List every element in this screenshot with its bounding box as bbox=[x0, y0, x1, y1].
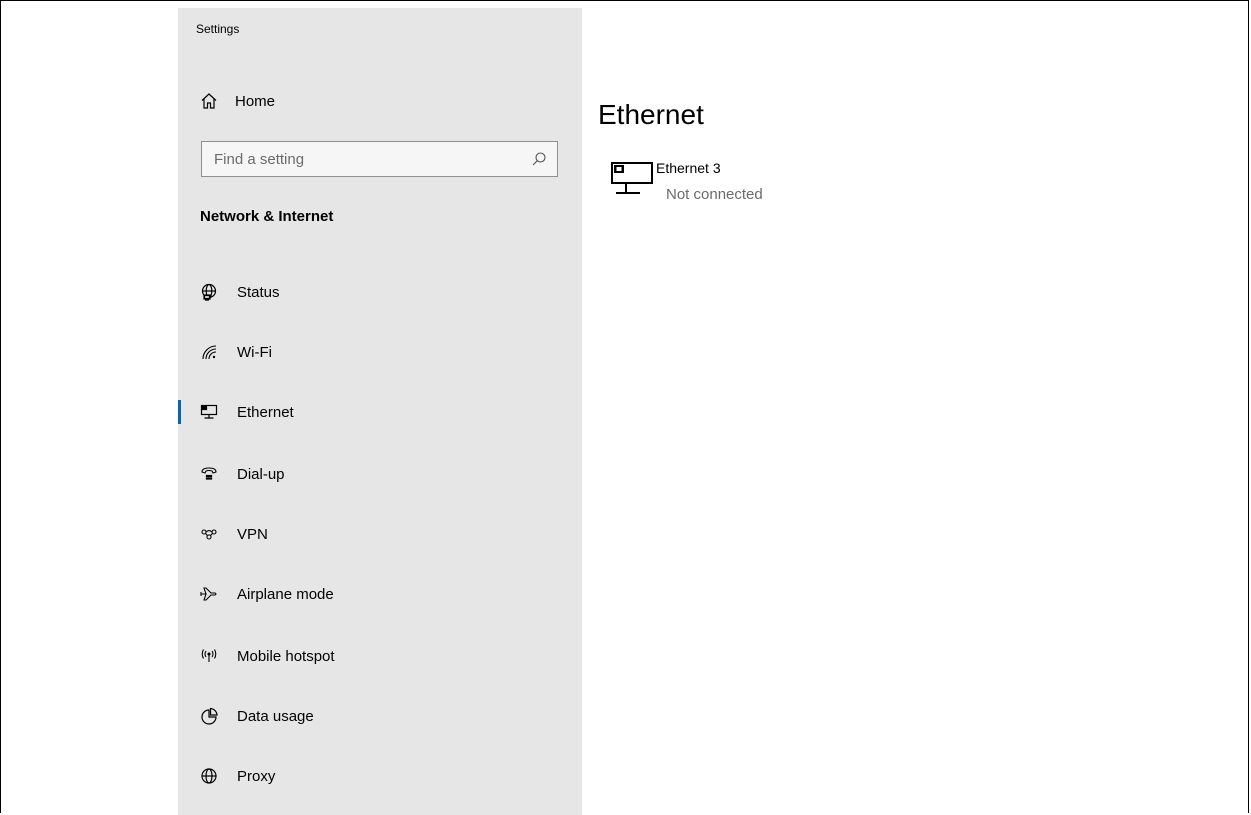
status-icon bbox=[198, 281, 220, 303]
selection-indicator bbox=[178, 400, 181, 424]
sidebar-item-data-usage[interactable]: Data usage bbox=[178, 696, 582, 736]
proxy-icon bbox=[198, 765, 220, 787]
sidebar-item-airplane-mode[interactable]: Airplane mode bbox=[178, 574, 582, 614]
ethernet-icon bbox=[198, 401, 220, 423]
adapter-status: Not connected bbox=[666, 186, 763, 203]
page-title: Ethernet bbox=[598, 98, 704, 130]
hotspot-icon bbox=[198, 645, 220, 667]
airplane-icon bbox=[198, 583, 220, 605]
ethernet-adapter-item[interactable]: Ethernet 3 Not connected bbox=[610, 158, 910, 204]
sidebar-item-status[interactable]: Status bbox=[178, 272, 582, 312]
data-usage-icon bbox=[198, 705, 220, 727]
sidebar: Settings Home Find a setting Network & I… bbox=[178, 8, 582, 815]
home-label: Home bbox=[235, 92, 276, 110]
sidebar-item-ethernet[interactable]: Ethernet bbox=[178, 392, 582, 432]
dialup-icon bbox=[198, 463, 220, 485]
search-placeholder: Find a setting bbox=[214, 151, 305, 168]
sidebar-item-label: Status bbox=[237, 283, 280, 301]
sidebar-item-label: Proxy bbox=[237, 767, 276, 785]
app-title: Settings bbox=[196, 22, 240, 36]
sidebar-item-proxy[interactable]: Proxy bbox=[178, 756, 582, 796]
sidebar-item-label: Airplane mode bbox=[237, 585, 334, 603]
sidebar-item-vpn[interactable]: VPN bbox=[178, 514, 582, 554]
sidebar-item-mobile-hotspot[interactable]: Mobile hotspot bbox=[178, 636, 582, 676]
search-icon[interactable] bbox=[531, 151, 547, 167]
sidebar-item-label: Ethernet bbox=[237, 403, 294, 421]
wifi-icon bbox=[198, 341, 220, 363]
adapter-name: Ethernet 3 bbox=[656, 160, 721, 176]
home-link[interactable]: Home bbox=[200, 90, 275, 112]
sidebar-item-label: Mobile hotspot bbox=[237, 647, 335, 665]
sidebar-item-label: Dial-up bbox=[237, 465, 285, 483]
search-input[interactable]: Find a setting bbox=[201, 141, 558, 177]
section-title: Network & Internet bbox=[200, 208, 334, 225]
vpn-icon bbox=[198, 523, 220, 545]
sidebar-item-dialup[interactable]: Dial-up bbox=[178, 454, 582, 494]
ethernet-adapter-icon bbox=[610, 160, 654, 198]
sidebar-item-label: VPN bbox=[237, 525, 268, 543]
sidebar-item-label: Wi-Fi bbox=[237, 343, 272, 361]
home-icon bbox=[200, 92, 218, 110]
sidebar-item-label: Data usage bbox=[237, 707, 314, 725]
sidebar-item-wifi[interactable]: Wi-Fi bbox=[178, 332, 582, 372]
